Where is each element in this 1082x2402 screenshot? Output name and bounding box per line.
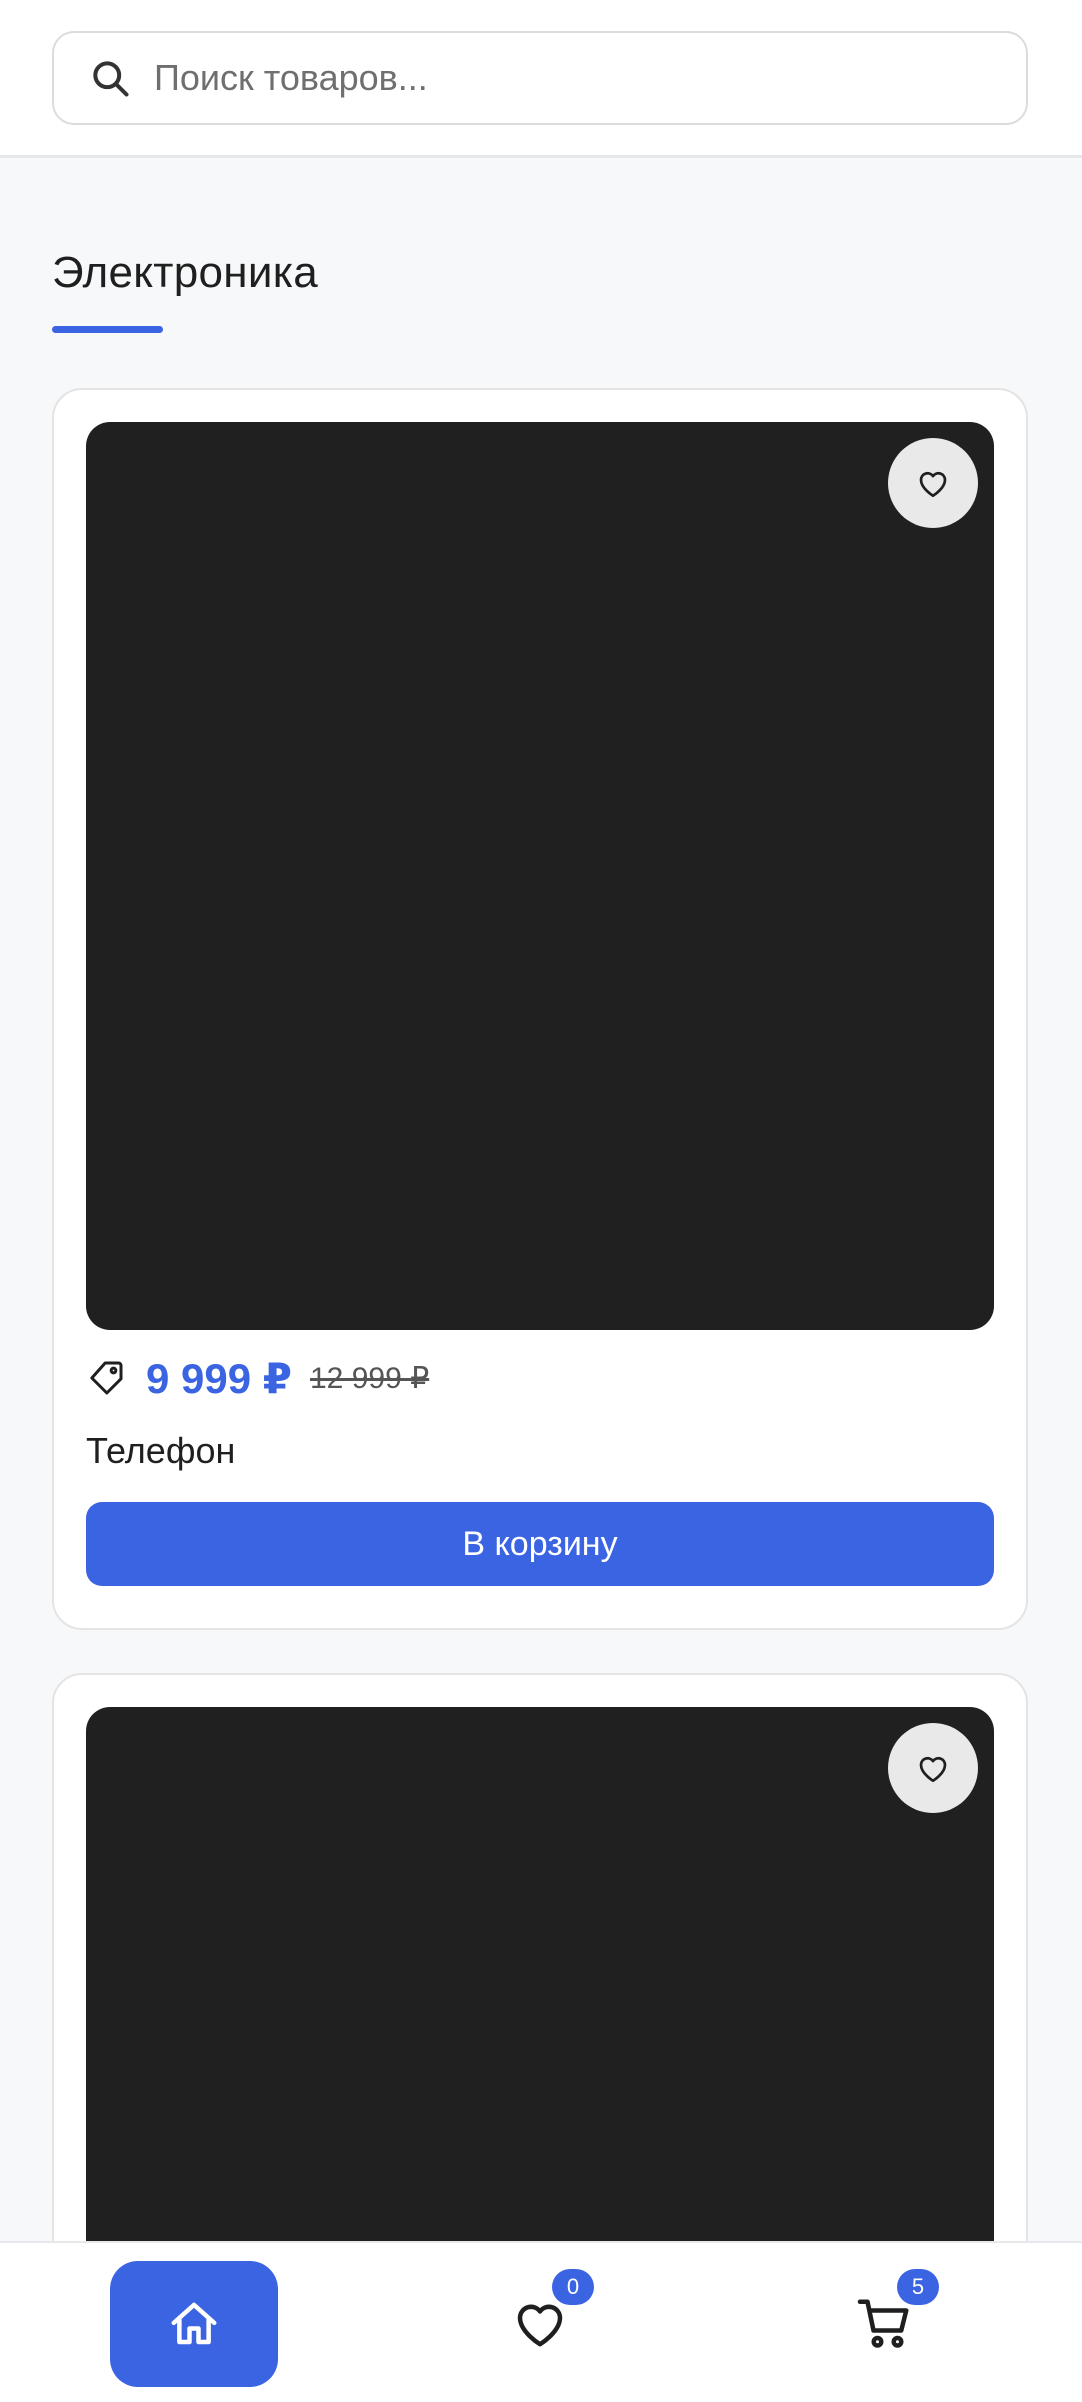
favorite-button[interactable] [888,438,978,528]
old-price: 12 999 ₽ [310,1361,430,1395]
product-image[interactable] [86,422,994,1330]
search-input[interactable] [154,57,974,99]
page: Электроника 9 999 ₽ 12 999 ₽ Телефон В к… [0,0,1082,2402]
bottom-nav: 0 5 [0,2241,1082,2402]
favorites-count-badge: 0 [552,2269,594,2305]
home-icon [171,2302,217,2345]
heart-icon [919,1756,947,1783]
price-row: 9 999 ₽ 12 999 ₽ [86,1350,429,1406]
current-price: 9 999 ₽ [146,1354,292,1402]
favorite-button[interactable] [888,1723,978,1813]
heart-icon [919,471,947,498]
search-icon [93,61,129,97]
section-underline [52,326,163,333]
cart-count-badge: 5 [897,2269,939,2305]
nav-favorites-button[interactable]: 0 [500,2269,594,2363]
nav-cart-button[interactable]: 5 [845,2269,939,2363]
tag-icon [90,1361,123,1395]
search-bar[interactable] [52,31,1028,125]
nav-home-button[interactable] [110,2261,278,2387]
product-name[interactable]: Телефон [86,1430,235,1472]
section-title: Электроника [52,248,319,297]
header [0,0,1082,158]
product-card[interactable]: 9 999 ₽ 12 999 ₽ Телефон В корзину [52,388,1028,1630]
add-to-cart-button[interactable]: В корзину [86,1502,994,1586]
